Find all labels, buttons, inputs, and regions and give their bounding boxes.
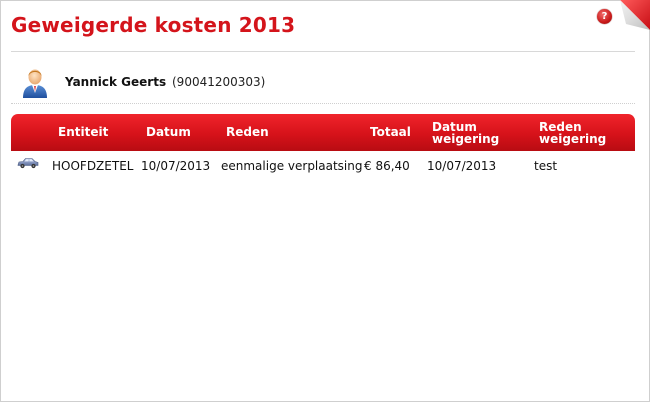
user-info: Yannick Geerts (90041200303) — [11, 64, 635, 104]
table-header: Entiteit Datum Reden Totaal Datum weiger… — [11, 114, 635, 151]
column-header-reden[interactable]: Reden — [226, 126, 269, 138]
column-header-entiteit[interactable]: Entiteit — [58, 126, 108, 138]
page-title: Geweigerde kosten 2013 — [11, 13, 296, 37]
user-avatar-icon — [23, 69, 47, 98]
title-divider — [11, 51, 635, 52]
cell-entiteit: HOOFDZETEL — [52, 159, 134, 173]
help-icon[interactable]: ? — [597, 9, 612, 24]
column-header-reden-weigering[interactable]: Reden weigering — [539, 121, 606, 145]
column-header-datum-weigering-line2: weigering — [432, 132, 500, 146]
dialog-frame — [0, 0, 650, 402]
page-curl-icon[interactable] — [620, 0, 650, 30]
column-header-reden-weigering-line2: weigering — [539, 132, 607, 146]
cell-datum: 10/07/2013 — [141, 159, 211, 173]
cell-reden-weigering: test — [534, 159, 558, 173]
column-header-datum[interactable]: Datum — [146, 126, 191, 138]
cell-datum-weigering: 10/07/2013 — [427, 159, 497, 173]
cell-reden: eenmalige verplaatsing — [221, 159, 363, 173]
user-id: (90041200303) — [172, 75, 266, 89]
car-icon — [17, 158, 39, 169]
cell-totaal: € 86,40 — [364, 159, 410, 173]
column-header-datum-weigering[interactable]: Datum weigering — [432, 121, 499, 145]
user-name: Yannick Geerts — [65, 75, 167, 89]
table-row[interactable]: HOOFDZETEL 10/07/2013 eenmalige verplaat… — [11, 151, 635, 175]
column-header-totaal[interactable]: Totaal — [370, 126, 411, 138]
